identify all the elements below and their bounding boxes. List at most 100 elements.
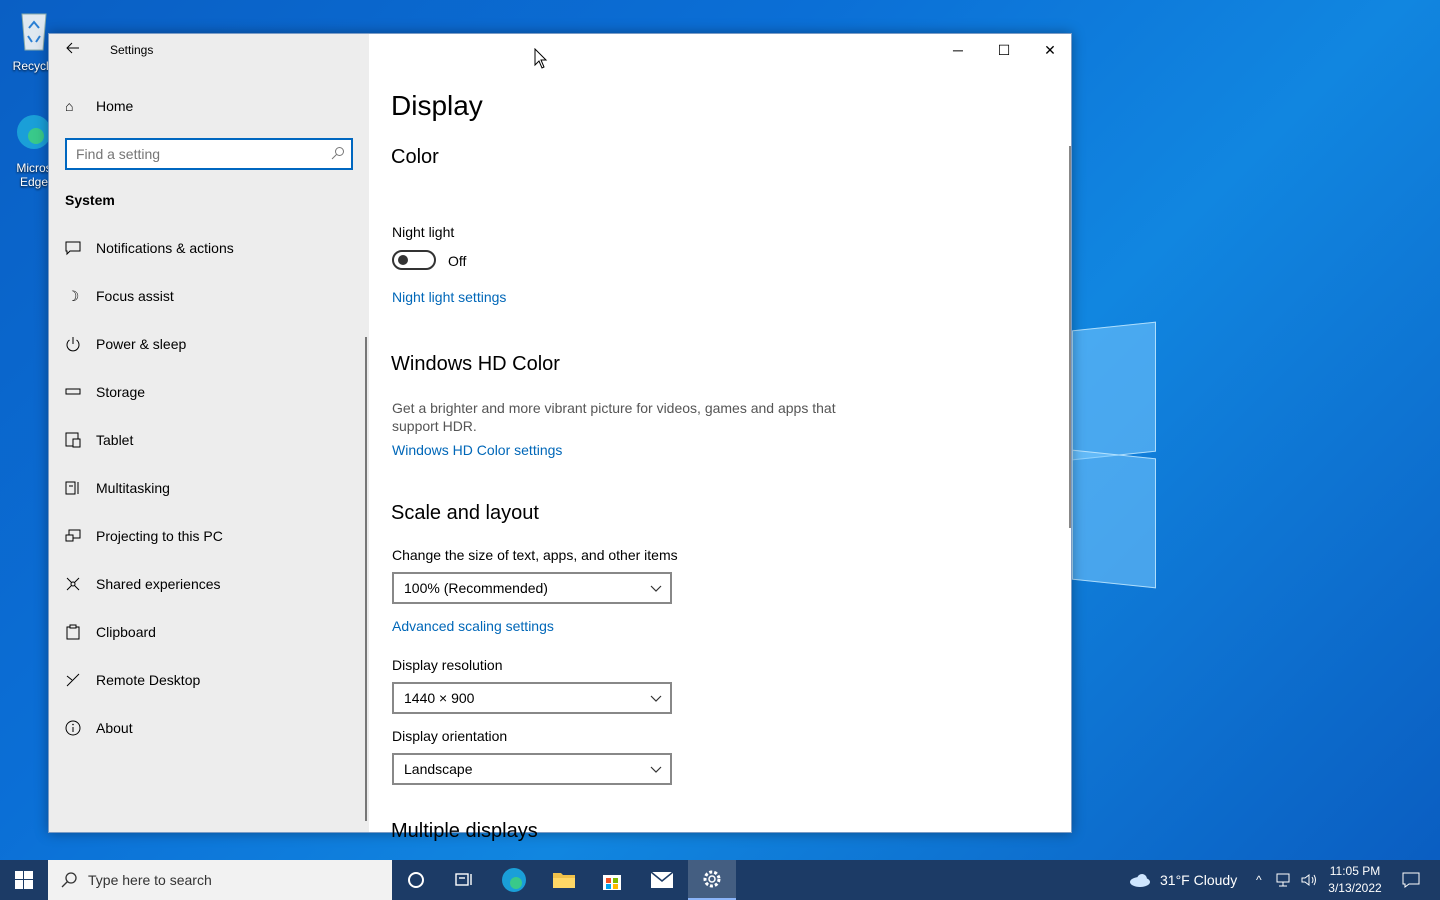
scale-dropdown[interactable]: 100% (Recommended) (392, 572, 672, 604)
taskbar-edge[interactable] (490, 860, 538, 900)
sidebar-item-notifications[interactable]: Notifications & actions (49, 224, 365, 272)
system-tray: ^ (1256, 860, 1318, 900)
sidebar-item-clipboard[interactable]: Clipboard (49, 608, 365, 656)
sidebar-item-label: Multitasking (96, 480, 170, 496)
hd-color-settings-link[interactable]: Windows HD Color settings (392, 442, 562, 458)
resolution-dropdown[interactable]: 1440 × 900 (392, 682, 672, 714)
sidebar-item-storage[interactable]: Storage (49, 368, 365, 416)
section-label: System (65, 192, 115, 208)
advanced-scaling-link[interactable]: Advanced scaling settings (392, 618, 554, 634)
sidebar-item-label: Projecting to this PC (96, 528, 223, 544)
title-bar[interactable]: Settings ─ ☐ ✕ (49, 34, 1071, 66)
mail-icon (650, 871, 674, 888)
search-input[interactable] (67, 140, 317, 168)
info-icon (65, 720, 81, 736)
sidebar-item-label: Shared experiences (96, 576, 221, 592)
sidebar-item-remote-desktop[interactable]: Remote Desktop (49, 656, 365, 704)
edge-icon (502, 868, 526, 892)
taskbar-store[interactable] (588, 860, 636, 900)
mouse-cursor-icon (534, 48, 548, 69)
taskbar-search-placeholder: Type here to search (88, 872, 212, 888)
night-light-toggle[interactable] (392, 250, 436, 270)
search-box[interactable] (65, 138, 353, 170)
sidebar-item-focus-assist[interactable]: ☽ Focus assist (49, 272, 365, 320)
chevron-up-icon[interactable]: ^ (1256, 873, 1262, 887)
projecting-icon (65, 528, 81, 544)
sidebar-item-label: Notifications & actions (96, 240, 234, 256)
gear-icon (703, 870, 721, 888)
sidebar-item-label: Power & sleep (96, 336, 187, 352)
night-light-state: Off (448, 253, 467, 269)
power-icon (65, 336, 81, 352)
clipboard-icon (65, 624, 81, 640)
sidebar-item-label: Remote Desktop (96, 672, 201, 688)
maximize-button[interactable]: ☐ (981, 34, 1027, 66)
night-light-label: Night light (392, 224, 455, 240)
chevron-down-icon (650, 585, 662, 592)
network-icon[interactable] (1274, 873, 1292, 887)
clock-time: 11:05 PM (1329, 864, 1381, 878)
page-title: Display (391, 90, 483, 121)
sidebar-item-label: Storage (96, 384, 146, 400)
weather-widget[interactable]: 31°F Cloudy (1128, 860, 1237, 900)
toggle-knob (398, 255, 408, 265)
task-view-button[interactable] (440, 860, 488, 900)
minimize-button[interactable]: ─ (935, 34, 981, 66)
cortana-button[interactable] (392, 860, 440, 900)
storage-icon (65, 384, 81, 400)
multiple-displays-heading: Multiple displays (391, 820, 538, 842)
sidebar-item-about[interactable]: About (49, 704, 365, 752)
home-icon: ⌂ (65, 98, 74, 114)
sidebar: ⌂ Home System Notifications & actions ☽ … (49, 34, 369, 832)
sidebar-item-power-sleep[interactable]: Power & sleep (49, 320, 365, 368)
clock[interactable]: 11:05 PM 3/13/2022 (1324, 863, 1386, 897)
sidebar-item-home[interactable]: ⌂ Home (65, 94, 133, 118)
search-icon (331, 147, 344, 160)
back-arrow-icon (66, 42, 79, 54)
size-label: Change the size of text, apps, and other… (392, 547, 678, 563)
hd-color-description: Get a brighter and more vibrant picture … (392, 400, 836, 434)
orientation-dropdown[interactable]: Landscape (392, 753, 672, 785)
sidebar-item-shared-experiences[interactable]: Shared experiences (49, 560, 365, 608)
folder-icon (553, 873, 575, 888)
search-icon (61, 872, 77, 888)
close-button[interactable]: ✕ (1027, 34, 1073, 66)
sidebar-scrollbar[interactable] (365, 337, 367, 821)
sidebar-item-tablet[interactable]: Tablet (49, 416, 365, 464)
color-heading: Color (391, 146, 439, 168)
back-button[interactable] (57, 38, 89, 62)
chevron-down-icon (650, 766, 662, 773)
volume-icon[interactable] (1300, 873, 1318, 887)
sidebar-item-label: About (96, 720, 133, 736)
start-button[interactable] (0, 860, 48, 900)
action-center-button[interactable] (1396, 860, 1426, 900)
hd-color-heading: Windows HD Color (391, 353, 560, 375)
sidebar-item-projecting[interactable]: Projecting to this PC (49, 512, 365, 560)
chevron-down-icon (650, 695, 662, 702)
tablet-icon (65, 432, 81, 448)
taskbar-search-box[interactable]: Type here to search (48, 860, 392, 900)
moon-icon: ☽ (66, 287, 80, 304)
scale-value: 100% (Recommended) (404, 580, 548, 596)
multitasking-icon (65, 480, 81, 496)
shared-icon (65, 576, 81, 592)
sidebar-item-label: Focus assist (96, 288, 174, 304)
resolution-value: 1440 × 900 (404, 690, 475, 706)
orientation-value: Landscape (404, 761, 473, 777)
task-view-icon (455, 873, 472, 886)
scale-layout-heading: Scale and layout (391, 502, 539, 524)
taskbar-mail[interactable] (638, 860, 686, 900)
taskbar-file-explorer[interactable] (540, 860, 588, 900)
content-scrollbar[interactable] (1069, 146, 1071, 528)
cortana-icon (408, 872, 424, 888)
windows-logo-wallpaper (1072, 316, 1158, 589)
sidebar-item-multitasking[interactable]: Multitasking (49, 464, 365, 512)
resolution-label: Display resolution (392, 657, 503, 673)
notifications-icon (65, 240, 81, 256)
sidebar-nav: Notifications & actions ☽ Focus assist P… (49, 224, 365, 752)
store-icon (603, 875, 621, 890)
taskbar-settings[interactable] (688, 860, 736, 900)
night-light-settings-link[interactable]: Night light settings (392, 289, 506, 305)
content-pane: Display Color Night light Off Night ligh… (369, 66, 1069, 842)
notification-icon (1402, 872, 1420, 888)
